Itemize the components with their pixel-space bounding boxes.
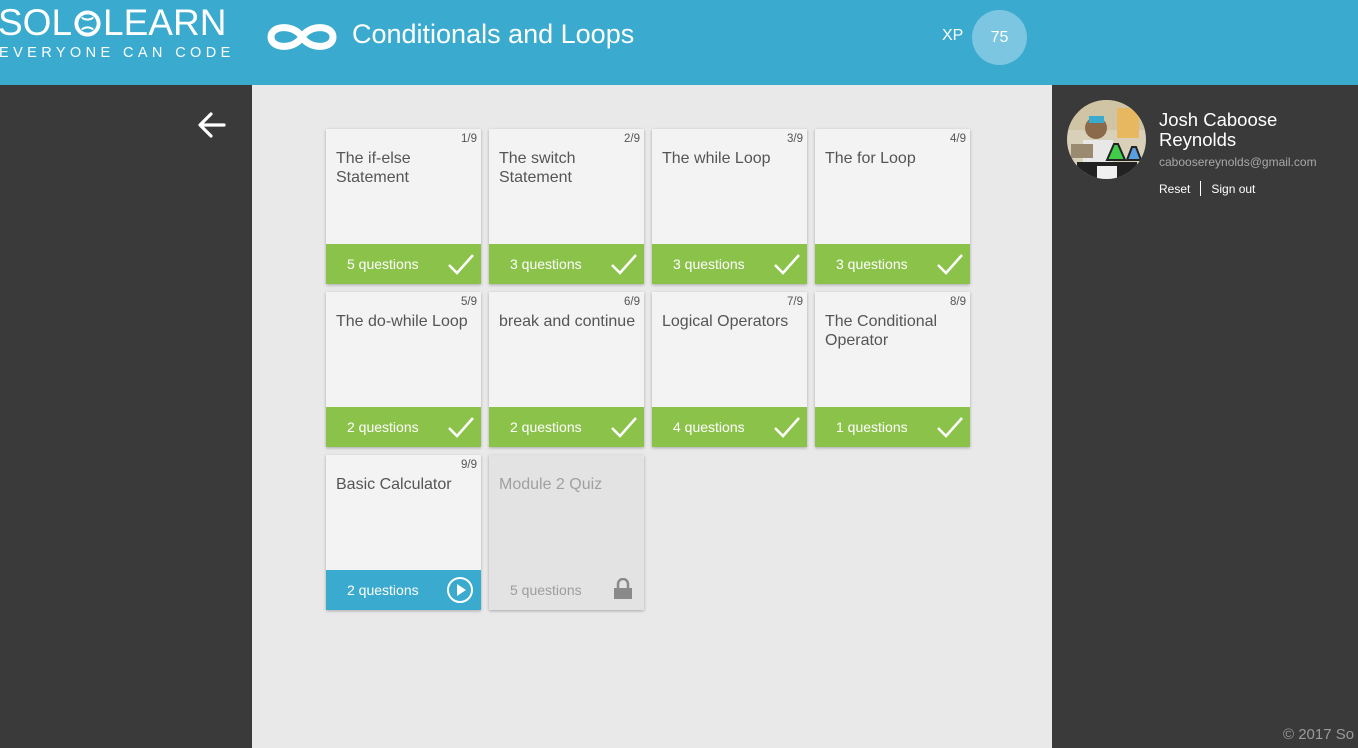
lesson-card[interactable]: 3/9 The while Loop 3 questions: [652, 129, 807, 284]
lesson-question-count: 2 questions: [347, 419, 419, 435]
lesson-status-bar: 5 questions: [326, 244, 481, 284]
lesson-title: The while Loop: [662, 150, 771, 167]
lesson-card[interactable]: 8/9 The Conditional Operator 1 questions: [815, 292, 970, 447]
lesson-title: Basic Calculator: [336, 476, 452, 493]
lesson-status-bar: 1 questions: [815, 407, 970, 447]
lesson-title: The Conditional Operator: [825, 313, 938, 349]
lock-icon: [614, 578, 632, 599]
lesson-title: The if-else Statement: [336, 150, 411, 186]
logo-tagline: EVERYONE CAN CODE: [0, 45, 235, 61]
lesson-status-bar: 2 questions: [489, 407, 644, 447]
lesson-card[interactable]: 6/9 break and continue 2 questions: [489, 292, 644, 447]
infinity-icon: [267, 24, 337, 50]
lesson-index: 8/9: [950, 296, 966, 308]
lesson-index: 3/9: [787, 133, 803, 145]
lesson-question-count: 5 questions: [347, 256, 419, 272]
reset-link[interactable]: Reset: [1159, 182, 1190, 196]
lesson-question-count: 2 questions: [510, 419, 582, 435]
lesson-status-bar: 3 questions: [815, 244, 970, 284]
lesson-title: The switch Statement: [499, 150, 576, 186]
lesson-title: The do-while Loop: [336, 313, 468, 330]
lesson-title: Logical Operators: [662, 313, 789, 330]
checkmark-icon: [774, 417, 800, 438]
lesson-question-count: 3 questions: [510, 256, 582, 272]
checkmark-icon: [611, 254, 637, 275]
checkmark-icon: [448, 417, 474, 438]
lesson-card[interactable]: 5/9 The do-while Loop 2 questions: [326, 292, 481, 447]
avatar-image: [1067, 100, 1146, 179]
sign-out-link[interactable]: Sign out: [1211, 182, 1255, 196]
xp-badge: 75: [972, 10, 1027, 65]
lesson-card-current[interactable]: 9/9 Basic Calculator 2 questions: [326, 455, 481, 610]
account-links: Reset Sign out: [1159, 181, 1255, 196]
checkmark-icon: [448, 254, 474, 275]
lesson-question-count: 4 questions: [673, 419, 745, 435]
lesson-card[interactable]: 7/9 Logical Operators 4 questions: [652, 292, 807, 447]
lesson-title: The for Loop: [825, 150, 916, 167]
lesson-index: 5/9: [461, 296, 477, 308]
lesson-question-count: 5 questions: [510, 582, 582, 598]
lesson-question-count: 2 questions: [347, 582, 419, 598]
logo-ring-icon: [74, 9, 101, 37]
checkmark-icon: [937, 417, 963, 438]
xp-label: XP: [942, 27, 964, 44]
lesson-status-bar: 3 questions: [489, 244, 644, 284]
link-separator: [1200, 181, 1202, 196]
lesson-card-locked: Module 2 Quiz 5 questions: [489, 455, 644, 610]
checkmark-icon: [611, 417, 637, 438]
back-arrow-icon[interactable]: [196, 110, 228, 140]
logo-text-learn: LEARN: [103, 2, 227, 43]
app-header: SOL LEARN EVERYONE CAN CODE Conditionals…: [0, 0, 1358, 85]
checkmark-icon: [774, 254, 800, 275]
checkmark-icon: [937, 254, 963, 275]
lesson-status-bar: 5 questions: [489, 570, 644, 610]
lesson-status-bar: 4 questions: [652, 407, 807, 447]
lesson-status-bar: 2 questions: [326, 570, 481, 610]
play-icon[interactable]: [446, 576, 474, 604]
lesson-question-count: 1 questions: [836, 419, 908, 435]
lesson-card[interactable]: 2/9 The switch Statement 3 questions: [489, 129, 644, 284]
lesson-question-count: 3 questions: [673, 256, 745, 272]
lesson-index: 4/9: [950, 133, 966, 145]
lesson-status-bar: 3 questions: [652, 244, 807, 284]
lesson-card[interactable]: 1/9 The if-else Statement 5 questions: [326, 129, 481, 284]
lesson-title: Module 2 Quiz: [499, 476, 603, 493]
lesson-card[interactable]: 4/9 The for Loop 3 questions: [815, 129, 970, 284]
lesson-status-bar: 2 questions: [326, 407, 481, 447]
user-email: caboosereynolds@gmail.com: [1159, 155, 1317, 169]
left-panel: [0, 85, 252, 748]
copyright-text: © 2017 So: [1283, 726, 1355, 743]
user-name: Josh Caboose Reynolds: [1159, 109, 1278, 150]
lesson-question-count: 3 questions: [836, 256, 908, 272]
lesson-index: 7/9: [787, 296, 803, 308]
logo-text-sol: SOL: [0, 2, 73, 43]
lesson-index: 6/9: [624, 296, 640, 308]
sololearn-logo[interactable]: SOL LEARN: [0, 3, 226, 43]
lesson-title: break and continue: [499, 313, 636, 330]
lesson-index: 9/9: [461, 459, 477, 471]
lesson-index: 1/9: [461, 133, 477, 145]
lesson-index: 2/9: [624, 133, 640, 145]
avatar[interactable]: [1067, 100, 1146, 179]
course-title: Conditionals and Loops: [352, 19, 635, 49]
